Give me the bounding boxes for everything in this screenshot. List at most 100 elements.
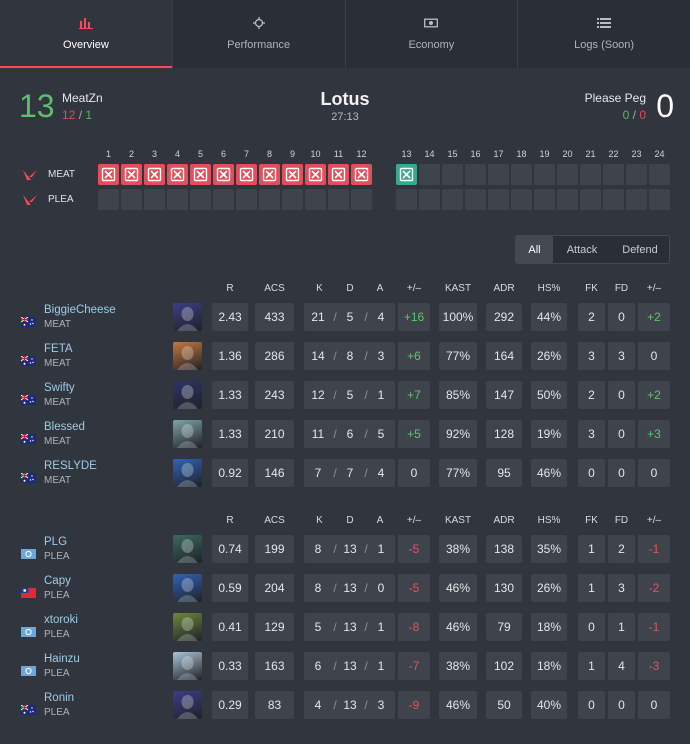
round-empty-cell[interactable] (419, 164, 440, 185)
stat-pm: +7 (398, 381, 430, 409)
round-empty-cell[interactable] (603, 189, 624, 210)
kda-slash: / (333, 620, 337, 634)
round-empty-cell[interactable] (236, 189, 257, 210)
tab-logs[interactable]: Logs (Soon) (518, 0, 690, 68)
round-win-cell[interactable] (98, 164, 119, 185)
round-empty-cell[interactable] (167, 189, 188, 210)
round-empty-cell[interactable] (534, 164, 555, 185)
round-win-cell[interactable] (236, 164, 257, 185)
column-header[interactable]: FD (608, 283, 635, 294)
column-header[interactable]: ACS (255, 515, 294, 526)
round-empty-cell[interactable] (442, 164, 463, 185)
tab-overview[interactable]: Overview (0, 0, 173, 68)
stat-pm: +5 (398, 420, 430, 448)
round-empty-cell[interactable] (144, 189, 165, 210)
column-header[interactable]: +/– (638, 515, 670, 526)
round-win-cell[interactable] (121, 164, 142, 185)
column-header[interactable]: HS% (531, 283, 567, 294)
round-empty-cell[interactable] (419, 189, 440, 210)
player-name-link[interactable]: Capy (44, 575, 71, 587)
round-empty-cell[interactable] (626, 189, 647, 210)
round-empty-cell[interactable] (305, 189, 326, 210)
round-empty-cell[interactable] (121, 189, 142, 210)
filter-defend-button[interactable]: Defend (611, 236, 669, 263)
column-header[interactable]: R (212, 283, 248, 294)
round-win-cell[interactable] (190, 164, 211, 185)
round-empty-cell[interactable] (190, 189, 211, 210)
round-empty-cell[interactable] (557, 189, 578, 210)
round-empty-cell[interactable] (351, 189, 372, 210)
column-header[interactable]: D (335, 283, 365, 294)
stat-kast: 46% (439, 691, 477, 719)
round-empty-cell[interactable] (580, 164, 601, 185)
column-header[interactable]: KAST (439, 515, 477, 526)
round-empty-cell[interactable] (626, 164, 647, 185)
round-empty-cell[interactable] (465, 164, 486, 185)
round-empty-cell[interactable] (557, 164, 578, 185)
column-header[interactable]: FK (578, 283, 605, 294)
round-empty-cell[interactable] (282, 189, 303, 210)
round-empty-cell[interactable] (649, 164, 670, 185)
round-win-cell[interactable] (167, 164, 188, 185)
column-header[interactable]: D (335, 515, 365, 526)
round-empty-cell[interactable] (511, 164, 532, 185)
round-win-cell[interactable] (144, 164, 165, 185)
round-empty-cell[interactable] (259, 189, 280, 210)
player-name-link[interactable]: RESLYDE (44, 460, 97, 472)
round-empty-cell[interactable] (442, 189, 463, 210)
column-header[interactable]: A (365, 515, 395, 526)
round-win-cell[interactable] (282, 164, 303, 185)
round-empty-cell[interactable] (488, 164, 509, 185)
round-win-cell[interactable] (305, 164, 326, 185)
round-empty-cell[interactable] (213, 189, 234, 210)
column-header[interactable]: A (365, 283, 395, 294)
column-header[interactable]: K (304, 283, 335, 294)
column-header[interactable]: KAST (439, 283, 477, 294)
column-header[interactable]: FK (578, 515, 605, 526)
column-header[interactable]: +/– (398, 283, 430, 294)
stat-kast: 46% (439, 613, 477, 641)
tab-economy[interactable]: Economy (346, 0, 519, 68)
column-header[interactable]: HS% (531, 515, 567, 526)
player-name-link[interactable]: FETA (44, 343, 73, 355)
round-empty-cell[interactable] (488, 189, 509, 210)
player-name-link[interactable]: BiggieCheese (44, 304, 116, 316)
stat-kast: 46% (439, 574, 477, 602)
player-name-link[interactable]: Hainzu (44, 653, 80, 665)
column-header[interactable]: R (212, 515, 248, 526)
column-header[interactable]: ACS (255, 283, 294, 294)
player-team-tag: PLEA (44, 707, 70, 718)
player-name-link[interactable]: Blessed (44, 421, 85, 433)
filter-all-button[interactable]: All (516, 236, 553, 263)
filter-attack-button[interactable]: Attack (553, 236, 611, 263)
round-empty-cell[interactable] (98, 189, 119, 210)
round-win-cell[interactable] (213, 164, 234, 185)
column-header[interactable]: +/– (638, 283, 670, 294)
round-win-cell[interactable] (396, 164, 417, 185)
column-header[interactable]: K (304, 515, 335, 526)
round-win-cell[interactable] (351, 164, 372, 185)
stat-fpm: +2 (638, 381, 670, 409)
column-header[interactable]: +/– (398, 515, 430, 526)
tab-performance[interactable]: Performance (173, 0, 346, 68)
round-empty-cell[interactable] (396, 189, 417, 210)
round-win-cell[interactable] (328, 164, 349, 185)
round-win-cell[interactable] (259, 164, 280, 185)
player-name-link[interactable]: Ronin (44, 692, 74, 704)
column-header[interactable]: ADR (486, 515, 522, 526)
column-header[interactable]: FD (608, 515, 635, 526)
stat-hs: 18% (531, 613, 567, 641)
player-name-link[interactable]: xtoroki (44, 614, 78, 626)
player-name-link[interactable]: PLG (44, 536, 67, 548)
round-empty-cell[interactable] (511, 189, 532, 210)
round-row-meat: MEAT (0, 164, 690, 186)
round-empty-cell[interactable] (465, 189, 486, 210)
round-empty-cell[interactable] (328, 189, 349, 210)
player-name-link[interactable]: Swifty (44, 382, 75, 394)
round-empty-cell[interactable] (580, 189, 601, 210)
round-empty-cell[interactable] (649, 189, 670, 210)
column-header[interactable]: ADR (486, 283, 522, 294)
stat-fpm: -1 (638, 613, 670, 641)
round-empty-cell[interactable] (534, 189, 555, 210)
round-empty-cell[interactable] (603, 164, 624, 185)
